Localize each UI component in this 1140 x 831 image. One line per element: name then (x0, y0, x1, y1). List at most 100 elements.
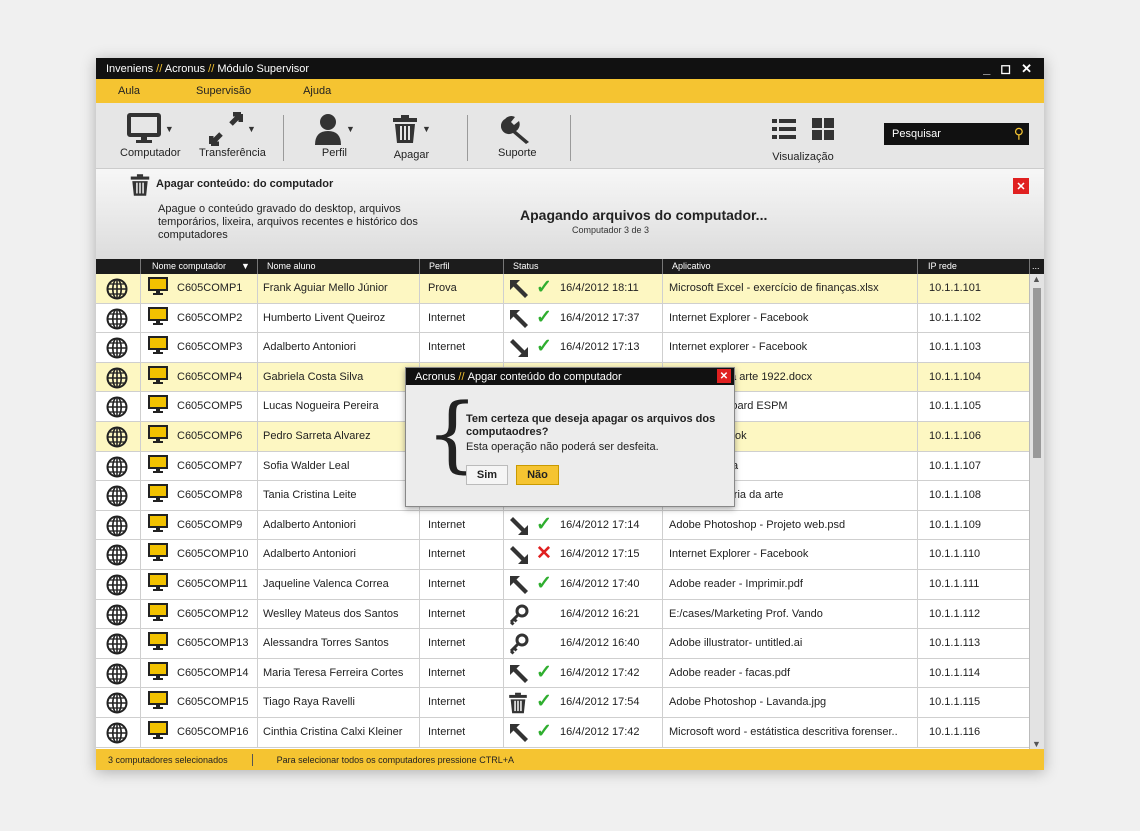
monitor-icon (148, 720, 168, 744)
student-name: Cinthia Cristina Calxi Kleiner (263, 725, 403, 738)
application: Microsoft Excel - exercício de finanças.… (669, 282, 879, 294)
close-button[interactable]: ✕ (1021, 61, 1032, 77)
visualizacao-button[interactable]: Visualização (772, 111, 834, 163)
monitor-icon (148, 602, 168, 626)
menu-supervisao[interactable]: Supervisão (162, 85, 273, 97)
chevron-down-icon: ▼ (346, 124, 355, 134)
computador-button[interactable]: ▼ Computador (120, 111, 181, 159)
table-row[interactable]: C605COMP13 Alessandra Torres Santos Intern… (96, 629, 1044, 659)
error-icon: ✕ (536, 543, 552, 565)
ip-address: 10.1.1.108 (929, 489, 981, 502)
globe-icon[interactable] (106, 604, 128, 629)
table-row[interactable]: C605COMP9 Adalberto Antoniori Internet ✓ 16/… (96, 510, 1044, 541)
key-icon (508, 604, 530, 629)
table-row[interactable]: C605COMP14 Maria Teresa Ferreira Cortes In… (96, 658, 1044, 689)
col-computer[interactable]: Nome computador (152, 261, 226, 271)
status-datetime: 16/4/2012 17:54 (560, 696, 640, 709)
ip-address: 10.1.1.106 (929, 429, 981, 442)
perfil-button[interactable]: ▼ Perfil (314, 111, 355, 159)
dialog-close-button[interactable]: ✕ (717, 369, 731, 383)
scroll-down-icon[interactable]: ▼ (1032, 739, 1041, 749)
monitor-icon (148, 454, 168, 478)
col-more[interactable]: ... (1032, 261, 1040, 271)
globe-icon[interactable] (106, 574, 128, 599)
table-row[interactable]: C605COMP3 Adalberto Antoniori Internet ✓ 16/… (96, 333, 1044, 363)
maximize-button[interactable]: ◻ (1000, 61, 1011, 77)
globe-icon[interactable] (106, 722, 128, 747)
globe-icon[interactable] (106, 692, 128, 717)
ip-address: 10.1.1.114 (929, 666, 981, 679)
application: Microsoft word - estátistica descritiva … (669, 725, 898, 738)
col-app[interactable]: Aplicativo (672, 261, 711, 271)
globe-icon[interactable] (106, 396, 128, 421)
globe-icon[interactable] (106, 367, 128, 392)
computer-name: C605COMP13 (177, 637, 249, 650)
scrollbar[interactable]: ▲ ▼ (1029, 274, 1044, 749)
close-panel-button[interactable]: ✕ (1013, 178, 1029, 194)
col-student[interactable]: Nome aluno (267, 261, 316, 271)
computer-name: C605COMP5 (177, 400, 243, 413)
table-row[interactable]: C605COMP11 Jaqueline Valenca Correa Intern… (96, 569, 1044, 600)
monitor-icon (148, 513, 168, 537)
globe-icon[interactable] (106, 633, 128, 658)
monitor-icon (148, 661, 168, 685)
computer-name: C605COMP14 (177, 666, 249, 679)
globe-icon[interactable] (106, 337, 128, 362)
ip-address: 10.1.1.110 (929, 548, 981, 561)
application: Adobe reader - Imprimir.pdf (669, 577, 803, 590)
trash-icon (130, 173, 150, 200)
table-row[interactable]: C605COMP16 Cinthia Cristina Calxi Kleiner… (96, 717, 1044, 748)
sort-down-icon[interactable]: ▼ (241, 261, 250, 271)
table-row[interactable]: C605COMP1 Frank Aguiar Mello Júnior Prova ✓… (96, 274, 1044, 304)
computer-name: C605COMP2 (177, 311, 243, 324)
transfer-arrows-icon (208, 112, 243, 146)
scroll-up-icon[interactable]: ▲ (1032, 274, 1041, 284)
computer-name: C605COMP16 (177, 725, 249, 738)
arrow-down-right-icon (508, 544, 530, 569)
col-profile[interactable]: Perfil (429, 261, 450, 271)
monitor-icon (148, 395, 168, 418)
globe-icon[interactable] (106, 544, 128, 569)
ip-address: 10.1.1.109 (929, 518, 981, 531)
transferencia-button[interactable]: ▼ Transferência (199, 111, 266, 159)
application: Internet explorer - Facebook (669, 341, 808, 354)
menu-aula[interactable]: Aula (96, 85, 162, 97)
confirm-dialog: Acronus // Apgar conteúdo do computador … (405, 367, 735, 507)
globe-icon[interactable] (106, 278, 128, 303)
computer-name: C605COMP10 (177, 548, 249, 561)
no-button[interactable]: Não (516, 465, 559, 485)
globe-icon[interactable] (106, 485, 128, 510)
globe-icon[interactable] (106, 663, 128, 688)
search-icon[interactable]: ⚲ (1014, 125, 1024, 142)
check-icon: ✓ (536, 720, 552, 742)
trash-icon (508, 692, 528, 717)
minimize-button[interactable]: _ (983, 61, 990, 77)
ip-address: 10.1.1.111 (929, 577, 980, 590)
globe-icon[interactable] (106, 515, 128, 540)
scroll-thumb[interactable] (1033, 288, 1041, 458)
search-input[interactable]: Pesquisar ⚲ (884, 123, 1029, 145)
table-row[interactable]: C605COMP10 Adalberto Antoniori Internet ✕ 16… (96, 540, 1044, 570)
status-datetime: 16/4/2012 18:11 (560, 282, 639, 294)
yes-button[interactable]: Sim (466, 465, 508, 485)
suporte-button[interactable]: Suporte (498, 111, 537, 159)
ip-address: 10.1.1.103 (929, 341, 981, 354)
table-row[interactable]: C605COMP15 Tiago Raya Ravelli Internet ✓ 16/… (96, 688, 1044, 718)
table-row[interactable]: C605COMP2 Humberto Livent Queiroz Internet… (96, 303, 1044, 334)
student-name: Pedro Sarreta Alvarez (263, 429, 371, 442)
progress-subtitle: Computador 3 de 3 (572, 225, 650, 235)
table-row[interactable]: C605COMP12 Weslley Mateus dos Santos Inter… (96, 599, 1044, 630)
monitor-icon (148, 691, 168, 714)
globe-icon[interactable] (106, 456, 128, 481)
profile: Prova (428, 282, 457, 294)
globe-icon[interactable] (106, 308, 128, 333)
menu-ajuda[interactable]: Ajuda (273, 85, 353, 97)
globe-icon[interactable] (106, 426, 128, 451)
monitor-icon (148, 543, 168, 566)
table-header: Nome computador ▼ Nome aluno Perfil Stat… (96, 259, 1044, 274)
apagar-button[interactable]: ▼ Apagar (392, 111, 431, 161)
col-ip[interactable]: IP rede (928, 261, 957, 271)
col-status[interactable]: Status (513, 261, 539, 271)
status-datetime: 16/4/2012 17:14 (560, 518, 640, 531)
status-datetime: 16/4/2012 17:42 (560, 666, 640, 679)
